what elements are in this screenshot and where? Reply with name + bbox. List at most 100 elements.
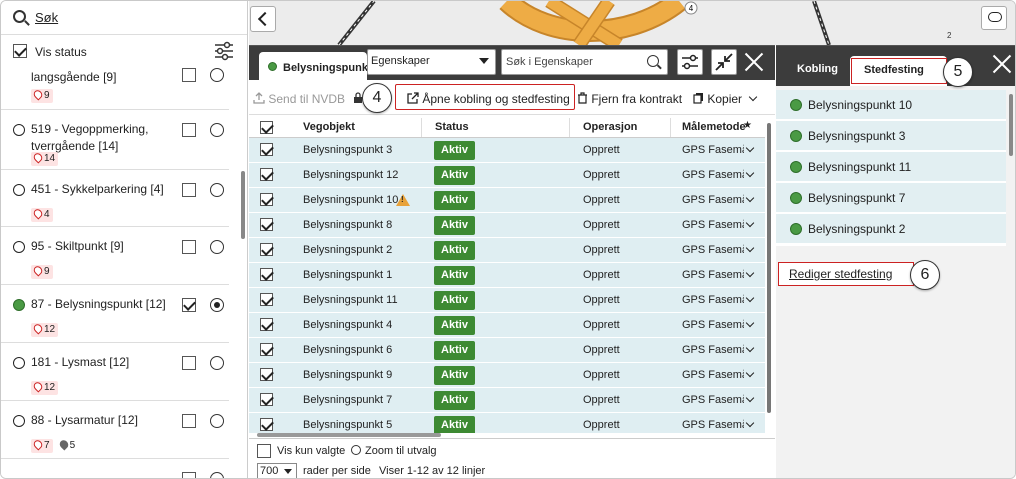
show-selected-toggle[interactable]: Vis kun valgte [257, 444, 345, 458]
cell-vegobjekt[interactable]: Belysningspunkt 10 [303, 194, 398, 206]
layer-checkbox[interactable] [182, 356, 196, 370]
zoom-to-selection-button[interactable]: Zoom til utvalg [351, 445, 437, 457]
vis-status-checkbox[interactable] [13, 43, 27, 58]
table-row[interactable]: Belysningspunkt 2 Aktiv Opprett GPS Fasemål… [249, 238, 765, 263]
layer-checkbox[interactable] [182, 298, 196, 312]
chevron-down-icon[interactable] [745, 243, 755, 253]
table-row[interactable]: Belysningspunkt 10 Aktiv Opprett GPS Fasemå… [249, 188, 765, 213]
table-row[interactable]: Belysningspunkt 12 Aktiv Opprett GPS Fasemå… [249, 163, 765, 188]
comment-button[interactable] [981, 6, 1007, 30]
layer-radio[interactable] [210, 298, 224, 312]
cell-malemetode[interactable]: GPS Fasemåling [682, 169, 744, 181]
chevron-down-icon[interactable] [745, 293, 755, 303]
close-icon[interactable] [744, 52, 764, 72]
row-checkbox[interactable] [260, 418, 273, 431]
layer-list-scrollbar[interactable] [241, 171, 245, 239]
tab-belysningspunkt[interactable]: Belysningspunkt [259, 52, 372, 82]
show-selected-checkbox[interactable] [257, 444, 271, 458]
layer-radio[interactable] [210, 68, 224, 82]
list-item[interactable]: 519 - Vegoppmerking, tverrgående [14] 14 [1, 110, 229, 170]
cell-vegobjekt[interactable]: Belysningspunkt 7 [303, 394, 392, 406]
row-checkbox[interactable] [260, 368, 273, 381]
sort-star-icon[interactable]: ★ [743, 120, 752, 131]
chevron-down-icon[interactable] [745, 143, 755, 153]
column-header-vegobjekt[interactable]: Vegobjekt [303, 121, 355, 133]
filter-sliders-icon[interactable] [214, 41, 234, 61]
row-checkbox[interactable] [260, 243, 273, 256]
rows-per-page-select[interactable]: 700 [257, 463, 297, 478]
column-header-operasjon[interactable]: Operasjon [583, 121, 637, 133]
cell-malemetode[interactable]: GPS Fasemåling [682, 244, 744, 256]
properties-search-input[interactable]: Søk i Egenskaper [501, 49, 668, 75]
layer-checkbox[interactable] [182, 123, 196, 137]
table-row[interactable]: Belysningspunkt 7 Aktiv Opprett GPS Fasemål… [249, 388, 765, 413]
cell-vegobjekt[interactable]: Belysningspunkt 1 [303, 269, 392, 281]
chevron-down-icon[interactable] [745, 368, 755, 378]
settings-sliders-button[interactable] [677, 49, 703, 75]
cell-malemetode[interactable]: GPS Fasemåling [682, 369, 744, 381]
scroll-thumb[interactable] [767, 123, 771, 413]
cell-malemetode[interactable]: GPS Fasemåling [682, 194, 744, 206]
cell-malemetode[interactable]: GPS Fasemåling [682, 144, 744, 156]
row-checkbox[interactable] [260, 193, 273, 206]
cell-vegobjekt[interactable]: Belysningspunkt 12 [303, 169, 398, 181]
cell-vegobjekt[interactable]: Belysningspunkt 6 [303, 344, 392, 356]
vis-status-toggle[interactable]: Vis status [13, 43, 241, 63]
layer-checkbox[interactable] [182, 240, 196, 254]
chevron-down-icon[interactable] [745, 168, 755, 178]
list-item[interactable]: langsgående [9] 9 [1, 63, 229, 110]
table-row[interactable]: Belysningspunkt 8 Aktiv Opprett GPS Fasemål… [249, 213, 765, 238]
list-item[interactable]: 451 - Sykkelparkering [4] 4 [1, 170, 229, 227]
properties-select[interactable]: Egenskaper [367, 49, 496, 75]
chevron-down-icon[interactable] [745, 393, 755, 403]
row-checkbox[interactable] [260, 168, 273, 181]
column-header-status[interactable]: Status [435, 121, 469, 133]
table-vertical-scrollbar[interactable] [766, 118, 772, 434]
cell-malemetode[interactable]: GPS Fasemåling [682, 219, 744, 231]
list-item[interactable] [1, 459, 229, 478]
row-checkbox[interactable] [260, 218, 273, 231]
table-row[interactable]: Belysningspunkt 9 Aktiv Opprett GPS Fasemål… [249, 363, 765, 388]
list-item[interactable]: 87 - Belysningspunkt [12] 12 [1, 285, 229, 343]
map-marker-4[interactable]: 4 [689, 4, 694, 13]
remove-from-contract-button[interactable]: Fjern fra kontrakt [577, 92, 682, 106]
cell-malemetode[interactable]: GPS Fasemåling [682, 344, 744, 356]
row-checkbox[interactable] [260, 143, 273, 156]
map-view[interactable]: 4 2 [249, 1, 1015, 45]
column-header-malemetode[interactable]: Målemetode [682, 121, 746, 133]
layer-checkbox[interactable] [182, 414, 196, 428]
select-all-checkbox[interactable] [260, 121, 273, 134]
scroll-thumb[interactable] [257, 433, 441, 437]
layer-radio[interactable] [210, 414, 224, 428]
cell-vegobjekt[interactable]: Belysningspunkt 9 [303, 369, 392, 381]
layer-checkbox[interactable] [182, 183, 196, 197]
edit-location-button[interactable]: Rediger stedfesting [778, 262, 914, 286]
layer-radio[interactable] [210, 240, 224, 254]
cell-vegobjekt[interactable]: Belysningspunkt 3 [303, 144, 392, 156]
chevron-down-icon[interactable] [745, 318, 755, 328]
copy-button[interactable]: Kopier [693, 92, 758, 106]
stedfesting-scrollbar[interactable] [1009, 94, 1013, 156]
list-item[interactable]: Belysningspunkt 7 [776, 183, 1006, 213]
layer-checkbox[interactable] [182, 472, 196, 478]
row-checkbox[interactable] [260, 318, 273, 331]
list-item[interactable]: 181 - Lysmast [12] 12 [1, 343, 229, 401]
cell-malemetode[interactable]: GPS Fasemåling [682, 319, 744, 331]
table-row[interactable]: Belysningspunkt 3 Aktiv Opprett GPS Fasemål… [249, 138, 765, 163]
row-checkbox[interactable] [260, 343, 273, 356]
layer-radio[interactable] [210, 472, 224, 478]
table-row[interactable]: Belysningspunkt 5 Aktiv Opprett GPS Fasemål… [249, 413, 765, 433]
cell-malemetode[interactable]: GPS Fasemåling [682, 419, 744, 431]
collapse-panel-button[interactable] [250, 6, 276, 32]
chevron-down-icon[interactable] [745, 218, 755, 228]
chevron-down-icon[interactable] [745, 418, 755, 428]
cell-vegobjekt[interactable]: Belysningspunkt 5 [303, 419, 392, 431]
table-row[interactable]: Belysningspunkt 4 Aktiv Opprett GPS Fasemål… [249, 313, 765, 338]
row-checkbox[interactable] [260, 268, 273, 281]
layer-radio[interactable] [210, 123, 224, 137]
layer-checkbox[interactable] [182, 68, 196, 82]
minimize-button[interactable] [711, 49, 737, 75]
list-item[interactable]: 88 - Lysarmatur [12] 75 [1, 401, 229, 459]
table-row[interactable]: Belysningspunkt 6 Aktiv Opprett GPS Fasemål… [249, 338, 765, 363]
chevron-down-icon[interactable] [745, 268, 755, 278]
